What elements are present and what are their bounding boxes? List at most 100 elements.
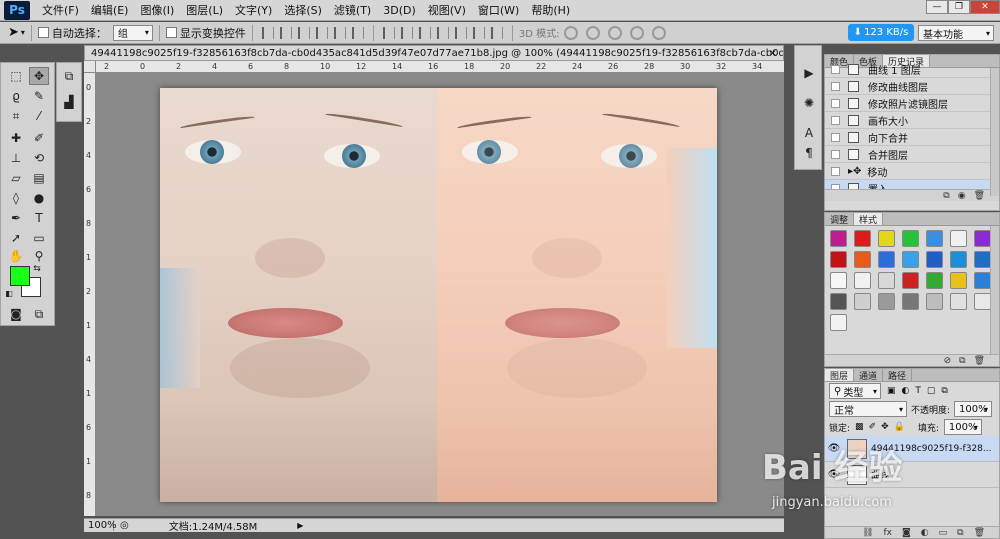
style-swatch[interactable] [974,293,991,310]
style-swatch[interactable] [830,230,847,247]
lock-transparency-icon[interactable]: ▩ [855,422,864,432]
history-item[interactable]: 修改曲线图层 [825,78,990,95]
style-swatch[interactable] [902,251,919,268]
pen-tool-icon[interactable]: ✒ [6,209,26,227]
menu-select[interactable]: 选择(S) [278,2,328,18]
auto-select-checkbox[interactable] [37,27,49,38]
auto-select-dropdown[interactable]: 组 [112,24,153,41]
align-left-icon[interactable] [315,26,328,39]
zoom-field[interactable]: 100% [84,520,117,531]
history-scrollbar[interactable] [990,68,999,196]
history-item[interactable]: 合并图层 [825,146,990,163]
brush-tool-icon[interactable]: ✐ [29,129,49,147]
style-swatch[interactable] [926,251,943,268]
clear-style-icon[interactable]: ⊘ [944,356,952,366]
layer-row[interactable]: 👁 曲线 [825,462,999,488]
history-brush-tool-icon[interactable]: ⟲ [29,149,49,167]
eyedropper-tool-icon[interactable]: ⁄ [29,107,49,125]
menu-layer[interactable]: 图层(L) [180,2,229,18]
status-info-icon[interactable]: ◎ [120,520,129,531]
style-swatch[interactable] [926,272,943,289]
style-swatch[interactable] [854,230,871,247]
style-swatch[interactable] [830,314,847,331]
style-swatch[interactable] [974,272,991,289]
filter-type-icon[interactable]: T [915,386,921,396]
style-swatch[interactable] [830,293,847,310]
history-item[interactable]: 画布大小 [825,112,990,129]
tab-channels[interactable]: 通道 [854,369,884,382]
tab-paths[interactable]: 路径 [883,369,913,382]
align-vcenter-icon[interactable] [279,26,292,39]
layer-filter-dropdown[interactable]: ⚲ 类型 [829,383,881,399]
menu-view[interactable]: 视图(V) [422,2,472,18]
menu-3d[interactable]: 3D(D) [377,4,422,17]
paragraph-panel-icon[interactable]: ¶ [800,144,818,162]
menu-type[interactable]: 文字(Y) [229,2,278,18]
style-swatch[interactable] [902,230,919,247]
history-item[interactable]: 向下合并 [825,129,990,146]
visibility-eye-icon[interactable]: 👁 [827,443,841,454]
type-tool-icon[interactable]: T [29,209,49,227]
screen-mode-icon[interactable]: ⧉ [29,305,49,323]
style-swatch[interactable] [830,272,847,289]
menu-window[interactable]: 窗口(W) [472,2,525,18]
style-swatch[interactable] [950,230,967,247]
style-swatch[interactable] [902,272,919,289]
character-panel-icon[interactable]: A [800,124,818,142]
filter-adjustment-icon[interactable]: ◐ [902,386,910,396]
filter-shape-icon[interactable]: ▢ [927,386,936,396]
lock-position-icon[interactable]: ✥ [881,422,889,432]
styles-scrollbar[interactable] [990,226,999,354]
style-swatch[interactable] [974,230,991,247]
menu-file[interactable]: 文件(F) [36,2,85,18]
style-swatch[interactable] [974,251,991,268]
workspace-dropdown[interactable]: 基本功能 [918,25,994,41]
delete-state-icon[interactable]: 🗑 [974,191,985,201]
move-tool-icon[interactable]: ➤ [8,25,19,40]
style-swatch[interactable] [854,272,871,289]
style-swatch[interactable] [854,251,871,268]
style-swatch[interactable] [878,230,895,247]
menu-edit[interactable]: 编辑(E) [85,2,135,18]
dodge-tool-icon[interactable]: ● [29,189,49,207]
style-swatch[interactable] [878,251,895,268]
distribute-right-icon[interactable] [472,26,485,39]
distribute-left-icon[interactable] [436,26,449,39]
style-swatch[interactable] [926,230,943,247]
menu-help[interactable]: 帮助(H) [525,2,576,18]
auto-align-icon[interactable] [490,26,503,39]
layer-style-icon[interactable]: fx [884,528,893,538]
blur-tool-icon[interactable]: ◊ [6,189,26,207]
tool-preset-chevron-icon[interactable]: ▾ [21,28,25,37]
tab-adjustments[interactable]: 调整 [825,213,855,226]
style-swatch[interactable] [950,251,967,268]
minimize-button[interactable]: — [926,0,948,14]
healing-brush-tool-icon[interactable]: ✚ [6,129,26,147]
show-transform-checkbox[interactable] [165,27,177,38]
add-mask-icon[interactable]: ◙ [902,528,911,538]
filter-smart-icon[interactable]: ⧉ [941,386,947,396]
clone-stamp-tool-icon[interactable]: ⊥ [6,149,26,167]
document-tab[interactable]: 49441198c9025f19-f32856163f8cb7da-cb0d43… [84,45,784,61]
delete-style-icon[interactable]: 🗑 [974,356,985,366]
style-swatch[interactable] [950,293,967,310]
style-swatch[interactable] [830,251,847,268]
distribute-top-icon[interactable] [382,26,395,39]
hand-tool-icon[interactable]: ✋ [6,247,26,265]
swap-colors-icon[interactable]: ⇆ [31,263,43,275]
history-item[interactable]: ▸✥ 移动 [825,163,990,180]
actions-panel-icon[interactable]: ▶ [800,64,818,82]
quick-select-tool-icon[interactable]: ✎ [29,87,49,105]
shape-tool-icon[interactable]: ▭ [29,229,49,247]
eraser-tool-icon[interactable]: ▱ [6,169,26,187]
new-adjustment-icon[interactable]: ◐ [921,528,929,538]
history-item-selected[interactable]: 置入 [825,180,990,189]
align-hcenter-icon[interactable] [333,26,346,39]
visibility-eye-icon[interactable]: 👁 [827,469,841,480]
align-bottom-icon[interactable] [297,26,310,39]
style-swatch[interactable] [926,293,943,310]
histogram-panel-icon[interactable]: ▟ [59,93,79,111]
distribute-bottom-icon[interactable] [418,26,431,39]
tab-styles[interactable]: 样式 [854,213,884,226]
3d-roll-icon[interactable] [585,25,600,40]
